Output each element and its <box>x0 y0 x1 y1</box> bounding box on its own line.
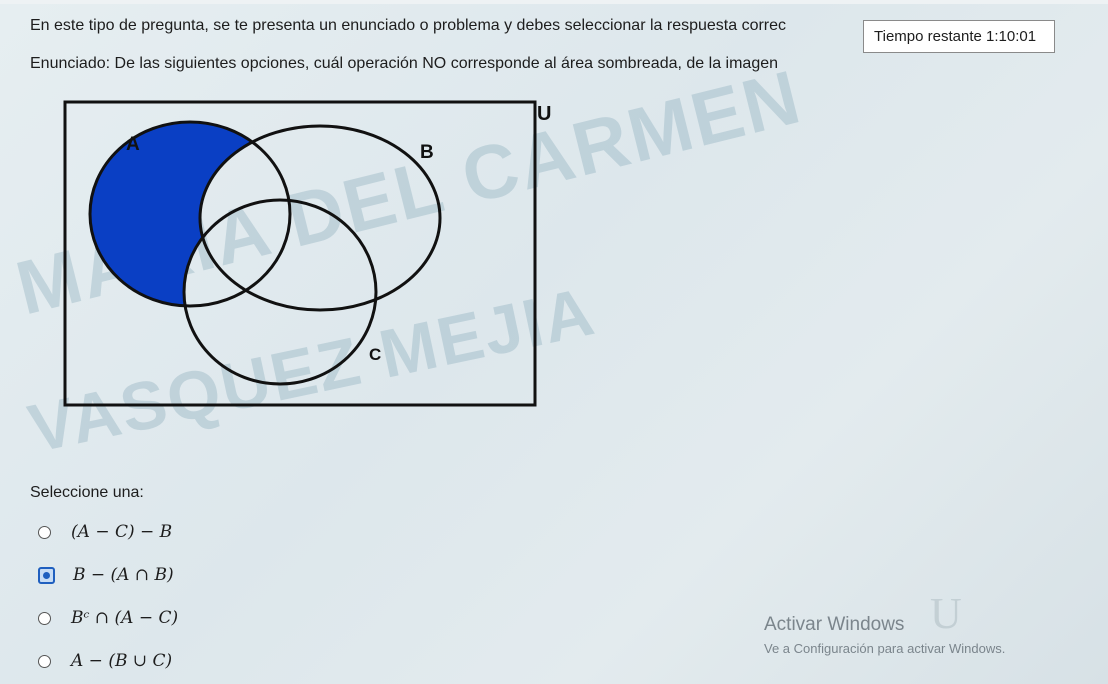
radio-button[interactable] <box>38 525 51 539</box>
answer-option-4[interactable]: A − (B ∪ C) <box>38 648 172 674</box>
venn-diagram: U A B C <box>63 100 551 407</box>
question-statement: Enunciado: De las siguientes opciones, c… <box>30 55 779 72</box>
question-intro: En este tipo de pregunta, se te presenta… <box>30 17 787 34</box>
select-one-label: Seleccione una: <box>30 484 144 501</box>
answer-option-text: B − (A ∩ B) <box>73 565 174 585</box>
answer-option-text: A − (B ∪ C) <box>71 651 173 671</box>
answer-option-1[interactable]: (A − C) − B <box>38 519 172 545</box>
answer-option-text: (A − C) − B <box>71 522 173 542</box>
top-border <box>0 0 1108 4</box>
activate-windows-subtitle: Ve a Configuración para activar Windows. <box>764 641 1006 656</box>
timer-value: 1:10:01 <box>986 28 1037 45</box>
university-logo-watermark: U <box>930 589 962 638</box>
radio-button-selected[interactable] <box>38 566 55 584</box>
universe-label: U <box>537 103 551 125</box>
answer-option-text: Bᶜ ∩ (A − C) <box>71 608 179 628</box>
set-a-label: A <box>126 134 140 155</box>
set-c-label: C <box>369 345 381 364</box>
activate-windows-title: Activar Windows <box>764 614 905 635</box>
answer-option-2[interactable]: B − (A ∩ B) <box>38 562 174 588</box>
timer-label: Tiempo restante <box>874 28 982 45</box>
radio-button[interactable] <box>38 654 51 668</box>
radio-button[interactable] <box>38 611 51 625</box>
time-remaining: Tiempo restante 1:10:01 <box>863 20 1055 53</box>
answer-option-3[interactable]: Bᶜ ∩ (A − C) <box>38 605 178 631</box>
set-b-label: B <box>420 142 434 163</box>
